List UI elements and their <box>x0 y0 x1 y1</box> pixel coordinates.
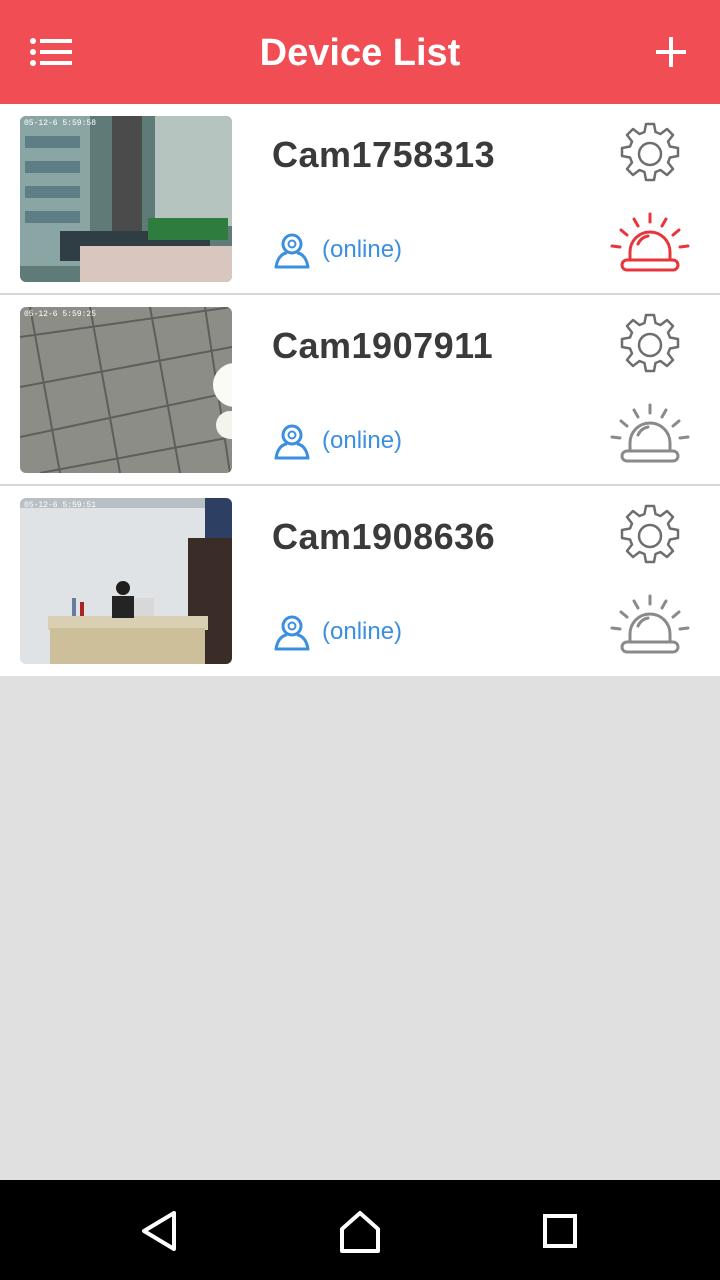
plus-icon <box>656 37 686 67</box>
home-icon <box>340 1211 380 1253</box>
back-button[interactable] <box>134 1205 186 1257</box>
add-device-button[interactable] <box>646 27 696 77</box>
user-camera-icon <box>274 424 310 460</box>
camera-thumbnail[interactable]: 05-12-6 5:59:25 <box>20 307 232 473</box>
page-title: Device List <box>259 32 461 74</box>
device-row[interactable]: 05-12-6 5:59:25 Cam1907911 (online) <box>0 295 720 486</box>
status-indicator: (online) <box>272 419 402 463</box>
user-camera-icon <box>274 615 310 651</box>
camera-name: Cam1758313 <box>272 134 496 175</box>
gear-icon <box>620 313 680 373</box>
recents-button[interactable] <box>534 1205 586 1257</box>
svg-text:05-12-6 5:59:51: 05-12-6 5:59:51 <box>24 501 96 510</box>
status-label: (online) <box>322 427 403 454</box>
camera-thumbnail[interactable]: 05-12-6 5:59:51 <box>20 498 232 664</box>
user-camera-icon <box>274 233 310 269</box>
back-triangle-icon <box>142 1211 176 1251</box>
recents-square-icon <box>543 1214 577 1248</box>
app-header: Device List <box>0 0 720 104</box>
alarm-button[interactable] <box>608 594 692 660</box>
system-nav-bar <box>0 1180 720 1280</box>
status-indicator: (online) <box>272 610 402 654</box>
status-label: (online) <box>322 236 403 263</box>
alarm-light-icon <box>610 403 690 463</box>
camera-thumbnail[interactable]: 05-12-6 5:59:58 <box>20 116 232 282</box>
camera-name: Cam1907911 <box>272 325 494 366</box>
gear-icon <box>620 504 680 564</box>
settings-button[interactable] <box>616 120 684 188</box>
gear-icon <box>620 122 680 182</box>
camera-name: Cam1908636 <box>272 516 496 557</box>
status-label: (online) <box>322 618 403 645</box>
device-list: 05-12-6 5:59:58 Cam1758313 (online) 05-1… <box>0 104 720 676</box>
home-button[interactable] <box>334 1205 386 1257</box>
settings-button[interactable] <box>616 502 684 570</box>
status-indicator: (online) <box>272 228 402 272</box>
svg-text:05-12-6 5:59:25: 05-12-6 5:59:25 <box>24 310 96 319</box>
settings-button[interactable] <box>616 311 684 379</box>
device-row[interactable]: 05-12-6 5:59:58 Cam1758313 (online) <box>0 104 720 295</box>
svg-text:05-12-6 5:59:58: 05-12-6 5:59:58 <box>24 119 96 128</box>
alarm-button[interactable] <box>608 403 692 469</box>
alarm-light-icon <box>610 212 690 272</box>
alarm-button[interactable] <box>608 212 692 278</box>
device-row[interactable]: 05-12-6 5:59:51 Cam1908636 (online) <box>0 486 720 676</box>
alarm-light-icon <box>610 594 690 654</box>
